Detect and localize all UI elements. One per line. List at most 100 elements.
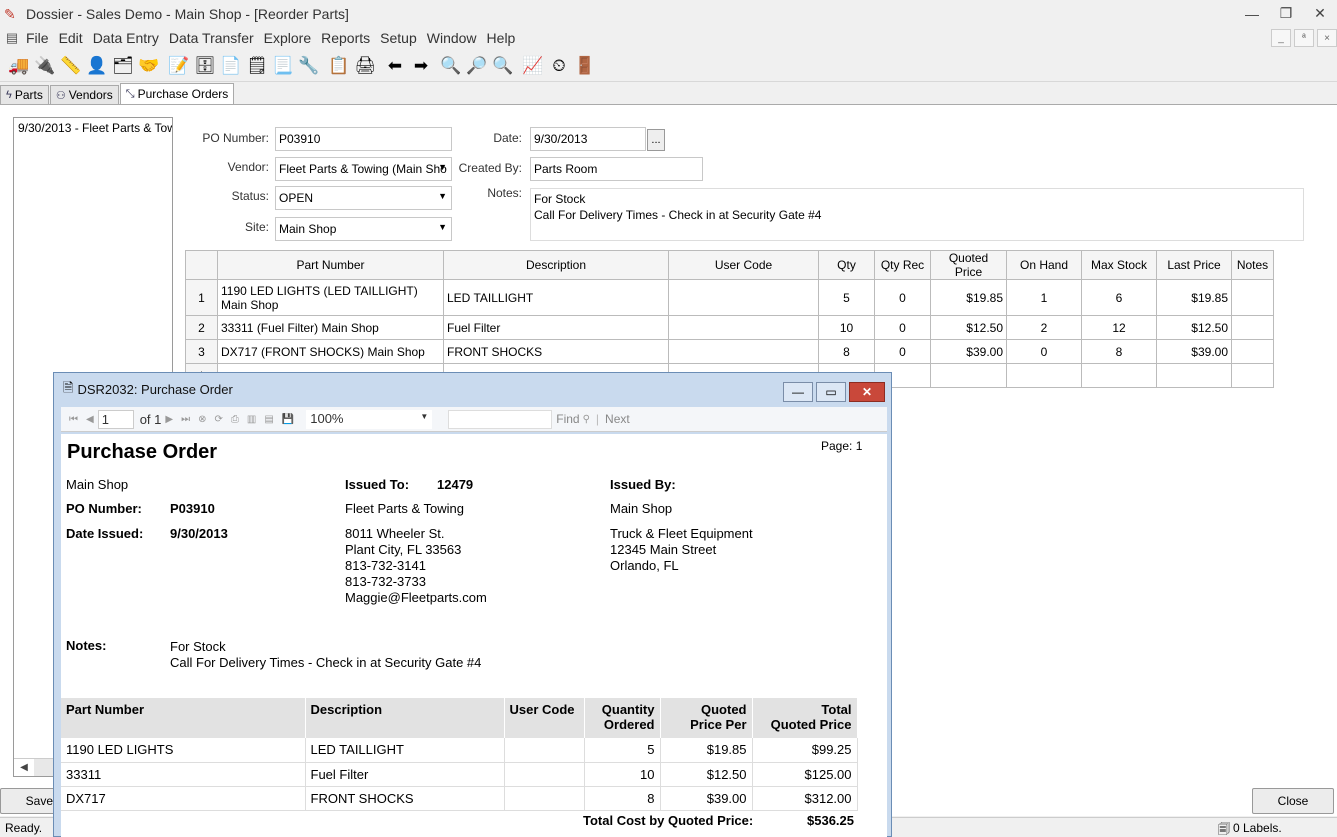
mdi-minimize-button[interactable]: _ (1271, 29, 1291, 47)
stop-icon[interactable]: ⊗ (198, 414, 206, 425)
truck-icon[interactable]: 🚚 (6, 53, 32, 79)
row-number[interactable]: 3 (185, 339, 218, 364)
cell-qty-rec[interactable]: 0 (874, 339, 931, 364)
wrench-icon[interactable]: 🔧 (296, 53, 322, 79)
mdi-child-icon[interactable]: ▤ (3, 30, 21, 46)
cell-description[interactable]: Fuel Filter (443, 315, 669, 340)
gauge-icon[interactable]: ⏲ (546, 53, 572, 79)
cell-max-stock[interactable]: 8 (1081, 339, 1157, 364)
cell-quoted-price[interactable]: $19.85 (930, 279, 1007, 316)
grid-header-part-number[interactable]: Part Number (217, 250, 444, 280)
zoom-select[interactable]: 100% ▼ (306, 409, 433, 429)
page-setup-icon[interactable]: ▤ (264, 414, 273, 425)
mdi-restore-button[interactable]: ª (1294, 29, 1314, 47)
find-link[interactable]: Find (556, 412, 579, 426)
scroll-left-icon[interactable]: ◀ (14, 758, 34, 776)
status-select[interactable]: OPEN ▼ (275, 186, 452, 210)
cell-quoted-price[interactable]: $12.50 (930, 315, 1007, 340)
cell-qty-rec[interactable]: 0 (874, 315, 931, 340)
export-icon[interactable]: 💾 (282, 414, 294, 425)
cell-notes[interactable] (1231, 315, 1274, 340)
table-row[interactable]: 3 DX717 (FRONT SHOCKS) Main Shop FRONT S… (185, 339, 1274, 364)
menu-setup[interactable]: Setup (375, 30, 422, 46)
chart-icon[interactable]: 📈 (520, 53, 546, 79)
grid-header-qty[interactable]: Qty (818, 250, 875, 280)
cell-description[interactable]: FRONT SHOCKS (443, 339, 669, 364)
close-button[interactable]: Close (1252, 788, 1334, 814)
next-page-icon[interactable]: ▶ (165, 414, 173, 425)
edit-doc-icon[interactable]: 📝 (166, 53, 192, 79)
table-row[interactable]: 1 1190 LED LIGHTS (LED TAILLIGHT) Main S… (185, 279, 1274, 316)
cell-max-stock[interactable]: 6 (1081, 279, 1157, 316)
grid-header-rownum[interactable] (185, 250, 218, 280)
grid-header-description[interactable]: Description (443, 250, 669, 280)
cell-qty[interactable]: 5 (818, 279, 875, 316)
copy-icon[interactable]: 📋 (326, 53, 352, 79)
notes-field[interactable]: For Stock Call For Delivery Times - Chec… (530, 188, 1304, 241)
print-icon[interactable]: 🖨 (352, 53, 378, 79)
last-page-icon[interactable]: ⏭ (181, 414, 190, 425)
grid-header-max-stock[interactable]: Max Stock (1081, 250, 1157, 280)
cell-max-stock[interactable]: 12 (1081, 315, 1157, 340)
print-icon[interactable]: ⎙ (231, 414, 239, 425)
table-row[interactable]: 2 33311 (Fuel Filter) Main Shop Fuel Fil… (185, 315, 1274, 340)
cell-part-number[interactable]: 33311 (Fuel Filter) Main Shop (217, 315, 444, 340)
cell-last-price[interactable] (1156, 363, 1232, 388)
cell-notes[interactable] (1231, 279, 1274, 316)
cell-qty-rec[interactable]: 0 (874, 279, 931, 316)
handshake-icon[interactable]: 🤝 (136, 53, 162, 79)
back-arrow-icon[interactable]: ⬅ (382, 53, 408, 79)
grid-header-notes[interactable]: Notes (1231, 250, 1274, 280)
row-number[interactable]: 1 (185, 279, 218, 316)
first-page-icon[interactable]: ⏮ (69, 414, 78, 425)
cell-on-hand[interactable]: 1 (1006, 279, 1082, 316)
close-window-button[interactable]: ✕ (1303, 0, 1337, 27)
tab-vendors[interactable]: ⚇ Vendors (49, 85, 119, 104)
cell-max-stock[interactable] (1081, 363, 1157, 388)
dialog-titlebar[interactable]: 🗎 DSR2032: Purchase Order (54, 373, 891, 406)
cell-part-number[interactable]: DX717 (FRONT SHOCKS) Main Shop (217, 339, 444, 364)
menu-data-entry[interactable]: Data Entry (88, 30, 164, 46)
po-number-field[interactable]: P03910 (275, 127, 452, 151)
page-layout-icon[interactable]: ▥ (247, 414, 256, 425)
menu-help[interactable]: Help (482, 30, 521, 46)
save-button[interactable]: Save (0, 788, 60, 814)
menu-file[interactable]: File (21, 30, 54, 46)
grid-header-quoted-price[interactable]: Quoted Price (930, 250, 1007, 280)
menu-data-transfer[interactable]: Data Transfer (164, 30, 259, 46)
cell-quoted-price[interactable] (930, 363, 1007, 388)
cell-qty[interactable]: 8 (818, 339, 875, 364)
exit-door-icon[interactable]: 🚪 (572, 53, 598, 79)
cell-user-code[interactable] (668, 279, 819, 316)
maximize-button[interactable]: ❐ (1269, 0, 1303, 27)
cell-on-hand[interactable]: 2 (1006, 315, 1082, 340)
minimize-button[interactable]: — (1235, 0, 1269, 27)
po-icon[interactable]: 📄 (218, 53, 244, 79)
dialog-close-button[interactable]: ✕ (849, 382, 885, 402)
cell-on-hand[interactable] (1006, 363, 1082, 388)
grid-header-qty-rec[interactable]: Qty Rec (874, 250, 931, 280)
grid-header-last-price[interactable]: Last Price (1156, 250, 1232, 280)
created-by-field[interactable]: Parts Room (530, 157, 703, 181)
cell-last-price[interactable]: $12.50 (1156, 315, 1232, 340)
cell-last-price[interactable]: $19.85 (1156, 279, 1232, 316)
ruler-icon[interactable]: 📏 (58, 53, 84, 79)
page-number-input[interactable]: 1 (97, 409, 134, 429)
menu-edit[interactable]: Edit (54, 30, 88, 46)
part-doc-icon[interactable]: 📃 (270, 53, 296, 79)
cell-quoted-price[interactable]: $39.00 (930, 339, 1007, 364)
list-item[interactable]: 9/30/2013 - Fleet Parts & Towin (14, 118, 172, 138)
refresh-icon[interactable]: ⟳ (214, 414, 222, 425)
parts-icon[interactable]: 🗂 (110, 53, 136, 79)
vendor-select[interactable]: Fleet Parts & Towing (Main Sho ▼ (275, 157, 452, 181)
cell-notes[interactable] (1231, 363, 1274, 388)
site-select[interactable]: Main Shop ▼ (275, 217, 452, 241)
person-icon[interactable]: 👤 (84, 53, 110, 79)
previous-page-icon[interactable]: ◀ (86, 414, 94, 425)
dialog-maximize-button[interactable]: ▭ (816, 382, 846, 402)
cell-part-number[interactable]: 1190 LED LIGHTS (LED TAILLIGHT) Main Sho… (217, 279, 444, 316)
cell-on-hand[interactable]: 0 (1006, 339, 1082, 364)
date-picker-button[interactable]: ... (647, 129, 665, 151)
search-global-icon[interactable]: 🔍 (490, 53, 516, 79)
next-link[interactable]: Next (605, 412, 630, 426)
